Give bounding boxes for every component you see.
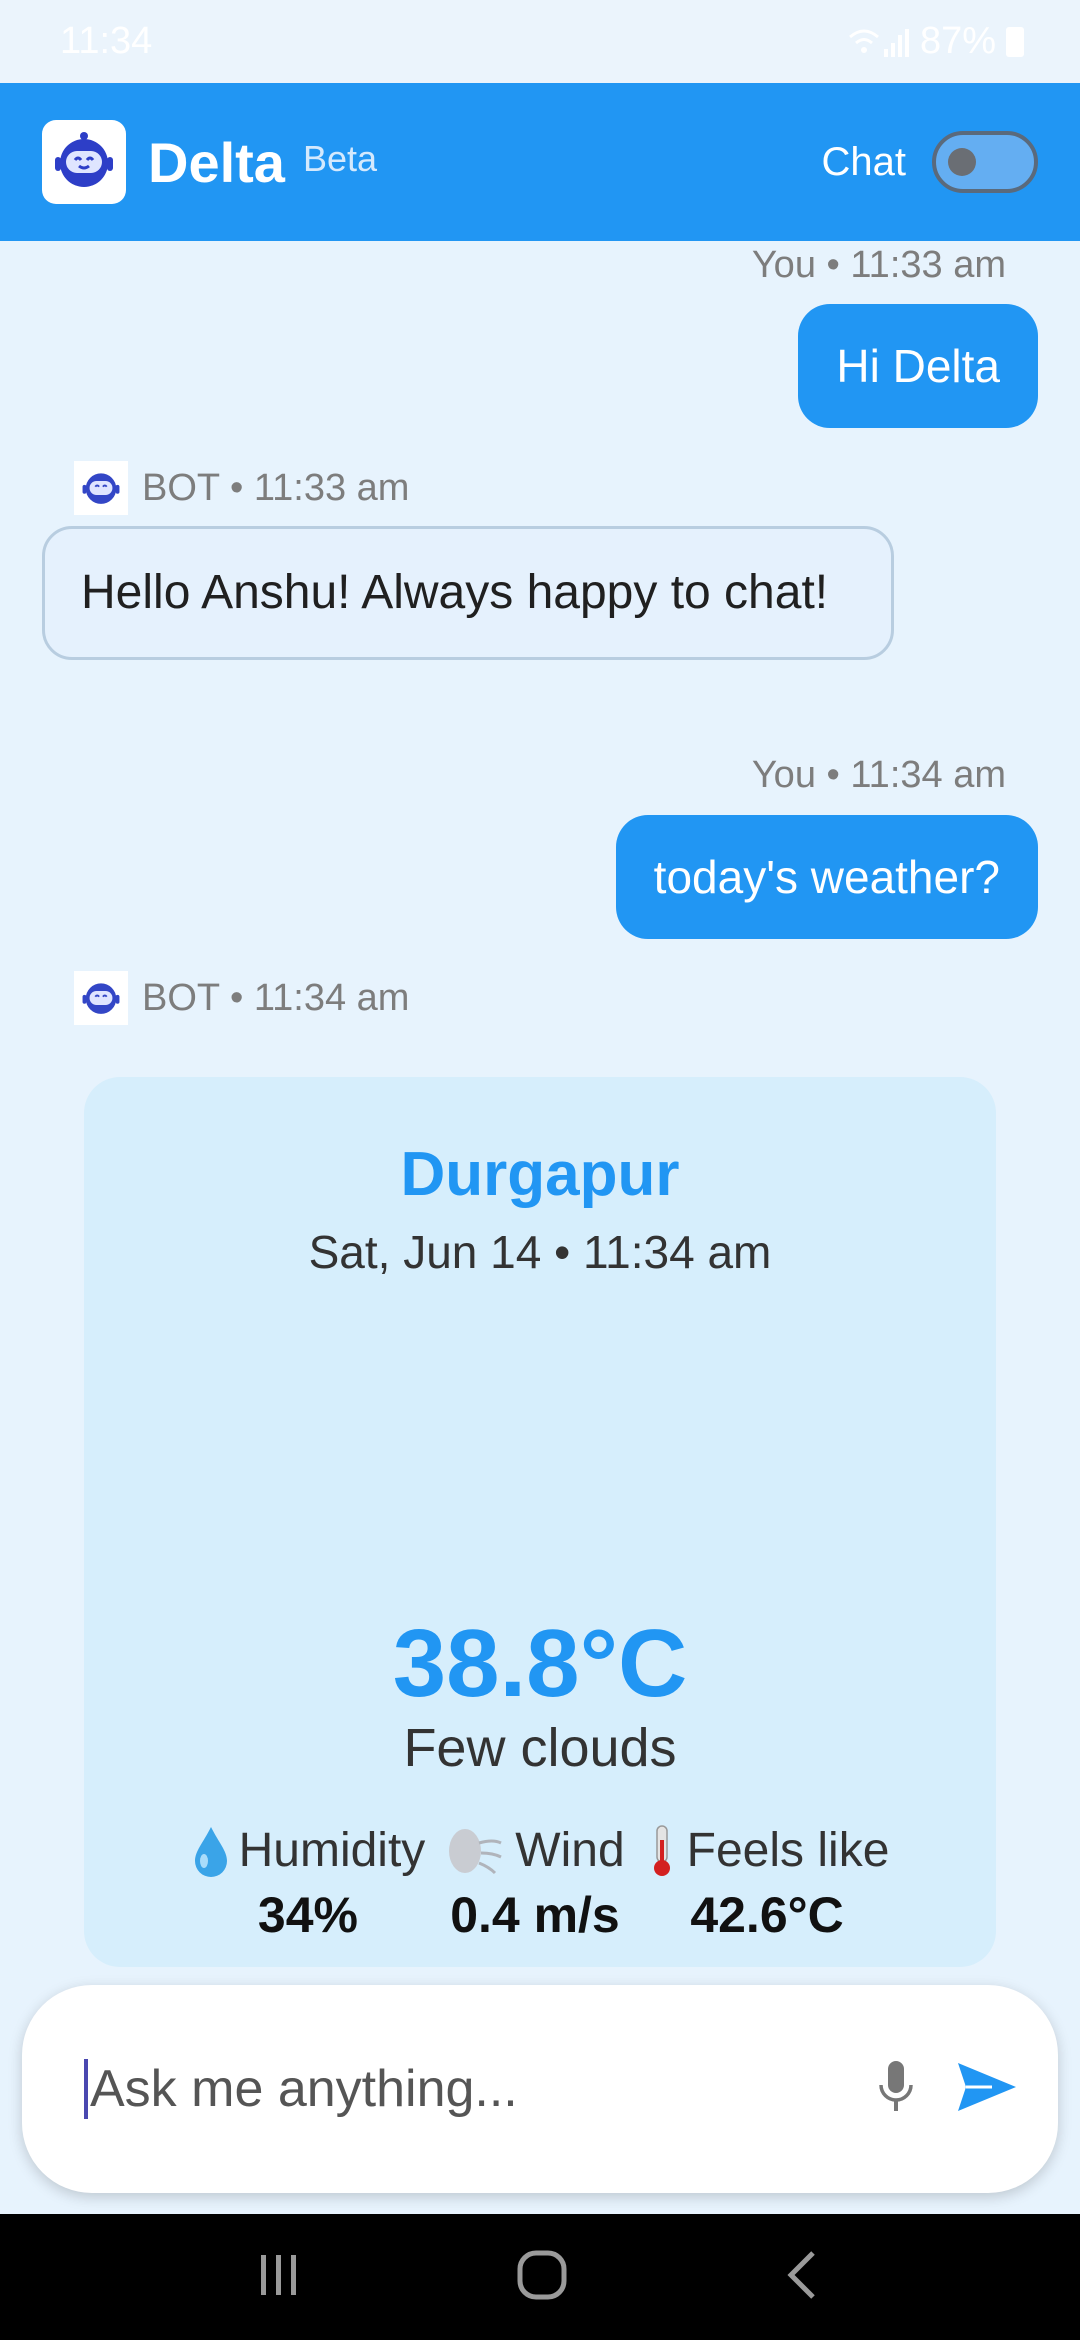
- status-time: 11:34: [60, 20, 153, 62]
- recent-apps-icon[interactable]: [257, 2253, 301, 2302]
- bot-message-bubble: Hello Anshu! Always happy to chat!: [42, 526, 894, 660]
- message-input-bar[interactable]: Ask me anything...: [22, 1985, 1058, 2193]
- feels-like-stat: Feels like 42.6°C: [645, 1823, 890, 1944]
- wind-face-icon: [449, 1828, 502, 1874]
- message-meta-user: You • 11:33 am: [752, 244, 1006, 287]
- bot-avatar: [74, 461, 128, 515]
- robot-icon: [82, 473, 120, 504]
- message-meta-text: You • 11:34 am: [751, 754, 1006, 796]
- weather-card: Durgapur Sat, Jun 14 • 11:34 am 38.8°C F…: [84, 1077, 996, 1967]
- wind-stat: Wind 0.4 m/s: [445, 1823, 625, 1944]
- back-icon[interactable]: [783, 2249, 823, 2306]
- message-meta-user: You • 11:34 am: [752, 754, 1006, 797]
- status-bar: 11:34 87%: [0, 0, 1080, 83]
- feels-like-label: Feels like: [686, 1824, 890, 1877]
- robot-icon: [82, 983, 120, 1014]
- chat-toggle-label: Chat: [821, 139, 907, 184]
- weather-condition: Few clouds: [403, 1718, 677, 1778]
- robot-icon: [55, 132, 113, 187]
- weather-stats: Humidity 34% Wind 0.4 m/s Feels like 42.…: [84, 1823, 996, 1944]
- user-message-bubble: today's weather?: [615, 815, 1038, 939]
- weather-datetime: Sat, Jun 14 • 11:34 am: [308, 1226, 772, 1278]
- weather-temperature: 38.8°C: [392, 1610, 688, 1717]
- beta-badge: Beta: [302, 138, 377, 179]
- thermometer-icon: [653, 1824, 670, 1876]
- microphone-icon[interactable]: [876, 2059, 916, 2120]
- app-title: Delta: [148, 130, 285, 194]
- signal-icon: [848, 25, 910, 59]
- message-meta-bot: BOT • 11:33 am: [74, 461, 409, 515]
- send-icon[interactable]: [956, 2061, 1018, 2118]
- toggle-knob: [948, 148, 976, 176]
- message-input[interactable]: Ask me anything...: [90, 2059, 876, 2119]
- humidity-value: 34%: [257, 1887, 358, 1943]
- message-meta-text: BOT • 11:33 am: [142, 466, 410, 509]
- message-text: Hi Delta: [836, 340, 1000, 392]
- wind-label: Wind: [515, 1824, 625, 1877]
- chat-toggle[interactable]: [932, 131, 1038, 193]
- message-text: Hello Anshu! Always happy to chat!: [81, 566, 829, 619]
- home-icon[interactable]: [516, 2249, 568, 2306]
- humidity-label: Humidity: [238, 1824, 426, 1877]
- bot-avatar: [74, 971, 128, 1025]
- droplet-icon: [194, 1826, 227, 1877]
- weather-city: Durgapur: [400, 1140, 680, 1209]
- status-right: 87%: [848, 20, 1024, 63]
- app-header: Delta Beta Chat: [0, 83, 1080, 241]
- humidity-stat: Humidity 34%: [191, 1823, 426, 1944]
- app-logo: [42, 120, 126, 204]
- text-caret: [84, 2059, 88, 2119]
- message-text: today's weather?: [653, 851, 1000, 903]
- feels-like-value: 42.6°C: [690, 1887, 844, 1943]
- message-meta-text: BOT • 11:34 am: [142, 976, 410, 1019]
- message-meta-text: You • 11:33 am: [751, 244, 1006, 286]
- user-message-bubble: Hi Delta: [798, 304, 1038, 428]
- system-nav-bar: [0, 2214, 1080, 2340]
- battery-icon: [1006, 26, 1024, 57]
- wind-value: 0.4 m/s: [450, 1887, 620, 1943]
- battery-percent: 87%: [919, 20, 996, 62]
- message-meta-bot: BOT • 11:34 am: [74, 971, 409, 1025]
